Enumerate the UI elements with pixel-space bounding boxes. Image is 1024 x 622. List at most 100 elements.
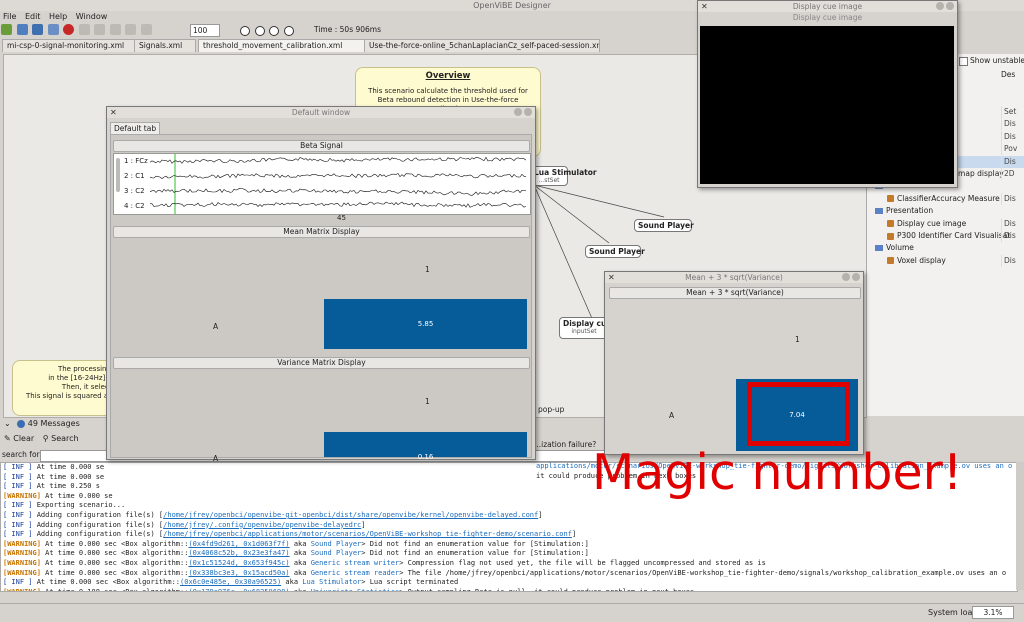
system-load-value: 3.1% <box>972 606 1014 619</box>
zoom-out-icon[interactable] <box>140 24 152 35</box>
mv-close-icon[interactable] <box>852 273 860 281</box>
tree-row[interactable]: Voxel display Dis <box>867 254 1024 267</box>
clear-button[interactable]: ✎ Clear <box>0 434 34 443</box>
log-addr[interactable]: /home/jfrey/openbci/openvibe-git-openbci… <box>163 511 538 519</box>
log-addr[interactable]: (0x179e976c, 0x68259698) <box>188 588 289 591</box>
close-scenario-icon[interactable] <box>63 24 75 35</box>
variance-col-label: 1 <box>425 397 430 406</box>
open-icon[interactable] <box>16 24 28 35</box>
tab-use-the-force[interactable]: Use-the-force-online_5chanLaplacianCz_se… <box>364 39 600 52</box>
log-post: > Did not find an enumeration value for … <box>361 539 589 548</box>
default-window[interactable]: ✕ Default window Default tab Beta Signal… <box>106 106 536 463</box>
default-window-titlebar[interactable]: ✕ Default window <box>107 107 535 118</box>
tree-row[interactable]: P300 Identifier Card Visualisat Dis <box>867 230 1024 242</box>
tab-mi-csp[interactable]: mi-csp-0-signal-monitoring.xml <box>2 39 136 52</box>
play-icon[interactable] <box>269 26 280 36</box>
log-mid: ] <box>538 510 543 519</box>
log-level: [WARNING] <box>3 549 46 558</box>
collapse-arrow-icon[interactable]: ⌄ <box>0 419 11 428</box>
menu-window[interactable]: Window <box>73 11 111 22</box>
log-mid: aka <box>289 549 311 558</box>
tree-row[interactable]: Volume <box>867 242 1024 254</box>
show-unstable-checkbox[interactable]: Show unstable <box>959 56 1024 66</box>
log-line: [ INF ] Adding configuration file(s) [/h… <box>1 511 1017 521</box>
mean-matrix-cell: 5.85 <box>324 299 527 349</box>
search-box-icon[interactable] <box>109 24 121 35</box>
checkbox-icon[interactable] <box>959 56 968 66</box>
mv-window-titlebar[interactable]: ✕ Mean + 3 * sqrt(Variance) <box>605 272 863 283</box>
tree-row[interactable]: ClassifierAccuracy Measure Dis <box>867 192 1024 205</box>
log-addr[interactable]: /home/jfrey/openbci/applications/motor/s… <box>163 530 572 538</box>
step-icon[interactable] <box>254 26 265 36</box>
tree-row[interactable]: Display cue image Dis <box>867 217 1024 230</box>
log-addr[interactable]: (0x6c0e485e, 0x30a96525) <box>180 578 281 586</box>
log-pre: At time 0.188 sec <Box algorithm:: <box>45 587 189 592</box>
variance-row-label: A <box>213 454 219 463</box>
log-addr[interactable]: (0x4068c52b, 0x23e3fa47) <box>188 549 289 557</box>
mv-window-menu-icon[interactable]: ✕ <box>608 272 615 283</box>
fast-forward-icon[interactable] <box>283 26 294 36</box>
box-algorithm-icon <box>887 257 894 265</box>
menu-edit[interactable]: Edit <box>22 11 44 22</box>
display-cue-window[interactable]: ✕ Display cue image Display cue image <box>697 0 958 188</box>
log-level: [WARNING] <box>3 539 46 548</box>
tab-threshold-calibration[interactable]: threshold_movement_calibration.xml <box>198 39 366 52</box>
log-bn: Sound Player <box>310 539 362 548</box>
log-line: [WARNING] At time 0.188 sec <Box algorit… <box>1 587 1017 592</box>
save-as-icon[interactable] <box>47 24 59 35</box>
window-menu-icon[interactable]: ✕ <box>110 107 117 118</box>
mean-variance-window[interactable]: ✕ Mean + 3 * sqrt(Variance) Mean + 3 * s… <box>604 271 864 455</box>
tree-row-description: Dis <box>1001 192 1024 205</box>
redo-icon[interactable] <box>94 24 106 35</box>
popup-text: pop-up <box>538 405 565 414</box>
log-mid: ] <box>571 530 577 539</box>
tree-row-description: Dis <box>1001 217 1024 230</box>
log-scrollbar[interactable] <box>1016 462 1024 590</box>
log-pre: Adding configuration file(s) [ <box>36 520 164 529</box>
variance-matrix-cell: 0.16 <box>324 432 527 461</box>
save-icon[interactable] <box>32 24 44 35</box>
menu-file[interactable]: File <box>0 11 19 22</box>
zoom-in-icon[interactable] <box>125 24 137 35</box>
mean-col-label: 1 <box>425 265 430 274</box>
stop-icon[interactable] <box>240 26 250 36</box>
tree-row-description: Dis <box>1001 130 1024 143</box>
display-cue-box[interactable]: Display cue i inputSet <box>559 317 617 339</box>
menu-help[interactable]: Help <box>46 11 70 22</box>
log-bn: Univariate Statistics <box>310 587 400 592</box>
tree-row[interactable]: Presentation <box>867 205 1024 217</box>
tree-row-label: Voxel display <box>897 255 946 265</box>
mean-row-label: A <box>213 322 219 331</box>
tab-signals[interactable]: Signals.xml <box>134 39 196 52</box>
log-mid: ] <box>361 520 366 529</box>
time-ruler-tick: 45 <box>337 214 346 222</box>
signal-scrollbar[interactable] <box>116 158 120 192</box>
minimize-icon[interactable] <box>514 108 522 116</box>
log-bn: Sound Player <box>310 549 362 558</box>
status-bar: System load : 3.1% <box>0 603 1024 622</box>
close-icon[interactable] <box>524 108 532 116</box>
trace-c2b <box>150 201 527 208</box>
tree-row-description: Dis <box>1001 118 1024 131</box>
cue-window-titlebar[interactable]: ✕ Display cue image <box>698 1 957 12</box>
log-addr[interactable]: (0x338bc3e3, 0x15acd50a) <box>188 569 289 577</box>
undo-icon[interactable] <box>78 24 90 35</box>
time-display: Time : 50s 906ms <box>314 25 382 34</box>
annotation-magic-number: Magic number! <box>592 444 963 501</box>
beta-signal-display[interactable]: 1 : FCz 2 : C1 3 : C2 4 : C2 <box>113 153 531 215</box>
zoom-input[interactable]: 100 <box>190 24 220 37</box>
tree-row-label: Display cue image <box>897 218 967 228</box>
cue-minimize-icon[interactable] <box>936 2 944 10</box>
cue-close-icon[interactable] <box>946 2 954 10</box>
sound-player-box-1[interactable]: Sound Player <box>634 219 694 232</box>
cue-window-menu-icon[interactable]: ✕ <box>701 1 708 12</box>
new-icon[interactable] <box>1 24 12 35</box>
sound-player-box-2[interactable]: Sound Player <box>585 245 645 258</box>
log-addr[interactable]: (0x1c51524d, 0x653f945c) <box>188 559 289 567</box>
log-pre: At time 0.000 sec <Box algorithm:: <box>45 549 189 558</box>
search-button[interactable]: ⚲ Search <box>37 434 79 443</box>
search-icon: ⚲ <box>42 434 49 443</box>
mv-minimize-icon[interactable] <box>842 273 850 281</box>
log-addr[interactable]: (0x4fd9d261, 0x1d063f7f) <box>188 540 289 548</box>
log-addr[interactable]: /home/jfrey/.config/openvibe/openvibe-de… <box>163 521 361 529</box>
